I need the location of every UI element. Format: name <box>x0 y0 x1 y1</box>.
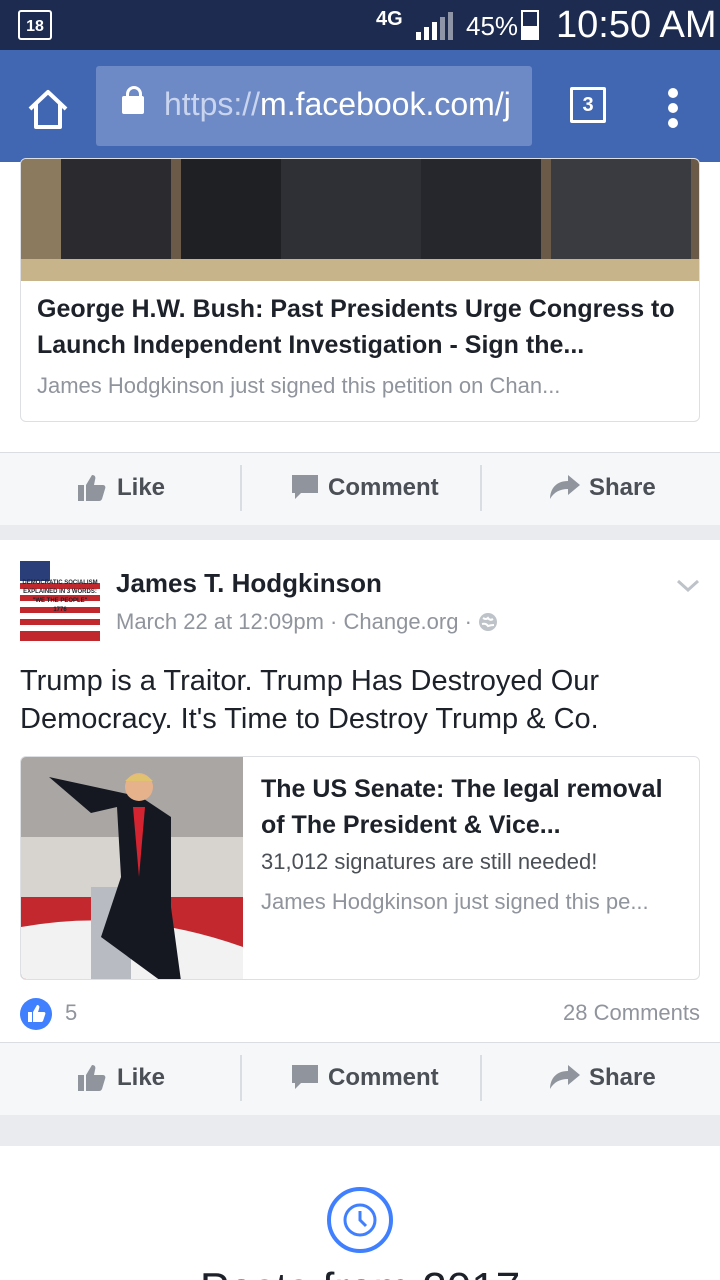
post-date[interactable]: March 22 at 12:09pm <box>116 609 324 634</box>
battery-percent: 45% <box>466 11 519 41</box>
comment-button[interactable]: Comment <box>240 453 480 525</box>
tab-switcher-button[interactable]: 3 <box>570 87 606 123</box>
feed-post-previous: George H.W. Bush: Past Presidents Urge C… <box>0 158 720 525</box>
browser-toolbar: https://m.facebook.com/j 3 <box>0 50 720 162</box>
thumbs-up-icon <box>78 1065 106 1091</box>
like-reaction-icon <box>20 998 52 1030</box>
thumbs-up-icon <box>78 475 106 501</box>
feed-post: DEMOCRATIC SOCIALISM EXPLAINED IN 3 WORD… <box>0 540 720 1115</box>
post-meta: March 22 at 12:09pm · Change.org · <box>116 609 498 635</box>
avatar-text: DEMOCRATIC SOCIALISM EXPLAINED IN 3 WORD… <box>22 580 98 613</box>
signal-icon <box>416 12 453 40</box>
post-source[interactable]: Change.org <box>343 609 458 634</box>
action-bar: Like Comment Share <box>0 1042 720 1115</box>
carrier-badge-icon: 18 <box>18 10 52 40</box>
link-subtitle: James Hodgkinson just signed this pe... <box>261 889 649 914</box>
comment-button[interactable]: Comment <box>240 1043 480 1115</box>
link-title: The US Senate: The legal removal of The … <box>261 775 663 839</box>
lock-icon <box>122 86 144 114</box>
post-text: Trump is a Traitor. Trump Has Destroyed … <box>20 665 600 735</box>
status-bar: 18 4G 45% 10:50 AM <box>0 0 720 50</box>
avatar[interactable]: DEMOCRATIC SOCIALISM EXPLAINED IN 3 WORD… <box>20 561 100 641</box>
url-bar[interactable]: https://m.facebook.com/j <box>96 66 532 146</box>
comment-count[interactable]: 28 Comments <box>563 1000 700 1026</box>
network-type: 4G <box>376 8 403 30</box>
like-button[interactable]: Like <box>0 453 240 525</box>
link-image <box>21 159 699 281</box>
battery-icon <box>521 10 539 40</box>
year-section: Posts from 2017 <box>0 1146 720 1280</box>
link-title: George H.W. Bush: Past Presidents Urge C… <box>37 295 675 359</box>
comment-icon <box>292 475 318 499</box>
overflow-menu-icon[interactable] <box>664 86 684 130</box>
reactions-row: 5 28 Comments <box>20 998 700 1030</box>
link-preview[interactable]: The US Senate: The legal removal of The … <box>20 756 700 980</box>
clock-icon <box>327 1187 393 1253</box>
share-arrow-icon <box>550 475 580 499</box>
section-heading: Posts from 2017 <box>0 1264 720 1280</box>
chevron-down-icon[interactable] <box>676 574 700 598</box>
action-bar: Like Comment Share <box>0 452 720 525</box>
link-subtitle: James Hodgkinson just signed this petiti… <box>37 373 561 398</box>
clock: 10:50 AM <box>556 4 717 46</box>
link-signatures: 31,012 signatures are still needed! <box>261 849 598 874</box>
home-icon[interactable] <box>26 87 70 131</box>
share-button[interactable]: Share <box>480 453 720 525</box>
url-text[interactable]: https://m.facebook.com/j <box>164 86 511 123</box>
like-count[interactable]: 5 <box>65 1000 77 1026</box>
link-image <box>21 757 243 979</box>
share-arrow-icon <box>550 1065 580 1089</box>
share-button[interactable]: Share <box>480 1043 720 1115</box>
like-button[interactable]: Like <box>0 1043 240 1115</box>
globe-icon <box>479 613 498 631</box>
link-preview[interactable]: George H.W. Bush: Past Presidents Urge C… <box>20 158 700 422</box>
author-name[interactable]: James T. Hodgkinson <box>116 568 382 599</box>
comment-icon <box>292 1065 318 1089</box>
